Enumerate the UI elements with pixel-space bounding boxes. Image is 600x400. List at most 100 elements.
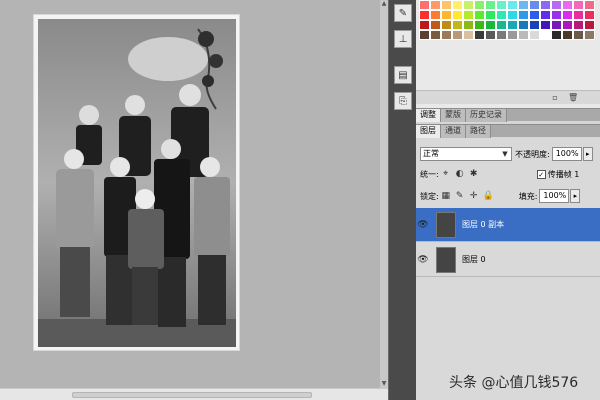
color-swatch[interactable] [441, 0, 452, 10]
lock-pixels-icon[interactable]: ✎ [455, 191, 465, 201]
opacity-input[interactable]: 100% [551, 147, 582, 161]
color-swatch[interactable] [562, 0, 573, 10]
color-swatch[interactable] [540, 0, 551, 10]
color-swatch[interactable] [540, 10, 551, 20]
color-swatch[interactable] [430, 20, 441, 30]
color-swatch[interactable] [529, 20, 540, 30]
layer-row[interactable]: 👁 图层 0 [416, 243, 600, 277]
color-swatch[interactable] [584, 30, 595, 40]
horizontal-scrollbar[interactable] [0, 388, 388, 400]
propagate-checkbox[interactable]: ✓ [536, 169, 546, 179]
tab-channels[interactable]: 通道 [441, 125, 466, 138]
color-swatch[interactable] [551, 30, 562, 40]
color-swatch[interactable] [584, 10, 595, 20]
color-swatch[interactable] [551, 20, 562, 30]
delete-swatch-icon[interactable]: 🗑 [568, 93, 578, 103]
fill-input[interactable]: 100% [539, 189, 570, 203]
color-swatch[interactable] [441, 10, 452, 20]
brush-tool-icon[interactable]: ✎ [394, 4, 412, 22]
color-swatch[interactable] [551, 10, 562, 20]
color-swatch[interactable] [518, 10, 529, 20]
color-swatch[interactable] [463, 0, 474, 10]
color-swatch[interactable] [452, 20, 463, 30]
color-swatch[interactable] [507, 30, 518, 40]
lock-position-icon[interactable]: ✛ [469, 191, 479, 201]
color-swatch[interactable] [463, 20, 474, 30]
visibility-eye-icon[interactable]: 👁 [416, 208, 430, 242]
color-swatch[interactable] [485, 30, 496, 40]
history-icon[interactable]: ⎘ [394, 92, 412, 110]
color-swatch[interactable] [419, 20, 430, 30]
color-swatch[interactable] [562, 10, 573, 20]
color-swatch[interactable] [562, 30, 573, 40]
visibility-eye-icon[interactable]: 👁 [416, 243, 430, 277]
color-swatch[interactable] [584, 20, 595, 30]
color-swatch[interactable] [518, 30, 529, 40]
color-swatch[interactable] [474, 10, 485, 20]
scroll-up-icon[interactable]: ▲ [380, 0, 388, 8]
color-swatch[interactable] [573, 20, 584, 30]
color-swatch[interactable] [540, 20, 551, 30]
tab-adjustments[interactable]: 调整 [416, 109, 441, 122]
color-swatch[interactable] [452, 30, 463, 40]
color-swatch[interactable] [474, 0, 485, 10]
color-swatch[interactable] [430, 0, 441, 10]
color-swatch[interactable] [496, 0, 507, 10]
scroll-down-icon[interactable]: ▼ [380, 380, 388, 388]
color-swatch[interactable] [441, 30, 452, 40]
color-swatch[interactable] [463, 30, 474, 40]
tab-history[interactable]: 历史记录 [466, 109, 507, 122]
color-swatch[interactable] [485, 10, 496, 20]
color-swatch[interactable] [419, 30, 430, 40]
color-swatch[interactable] [573, 0, 584, 10]
color-swatch[interactable] [496, 20, 507, 30]
color-swatch[interactable] [518, 0, 529, 10]
color-swatch[interactable] [419, 10, 430, 20]
color-swatch[interactable] [485, 20, 496, 30]
color-swatch[interactable] [507, 20, 518, 30]
color-swatch[interactable] [485, 0, 496, 10]
new-swatch-icon[interactable]: ▫ [550, 93, 560, 103]
color-swatch[interactable] [562, 20, 573, 30]
color-swatch[interactable] [474, 20, 485, 30]
color-swatch[interactable] [518, 20, 529, 30]
opacity-arrow-icon[interactable]: ▸ [582, 147, 593, 161]
unify-visibility-icon[interactable]: ◐ [455, 169, 465, 179]
color-swatch[interactable] [573, 30, 584, 40]
color-swatch[interactable] [419, 0, 430, 10]
color-swatch[interactable] [529, 30, 540, 40]
document-canvas[interactable]: ▲ ▼ [0, 0, 388, 388]
tab-layers[interactable]: 图层 [416, 125, 441, 138]
color-swatch[interactable] [507, 0, 518, 10]
color-swatch[interactable] [507, 10, 518, 20]
lock-transparency-icon[interactable]: ▦ [441, 191, 451, 201]
unify-style-icon[interactable]: ✱ [469, 169, 479, 179]
color-swatch[interactable] [441, 20, 452, 30]
notes-icon[interactable]: ▤ [394, 66, 412, 84]
vertical-scrollbar[interactable]: ▲ ▼ [380, 0, 388, 388]
color-swatch[interactable] [551, 0, 562, 10]
color-swatch[interactable] [430, 30, 441, 40]
tab-paths[interactable]: 路径 [466, 125, 491, 138]
color-swatch[interactable] [573, 10, 584, 20]
color-swatch[interactable] [540, 30, 551, 40]
color-swatch[interactable] [496, 30, 507, 40]
tab-masks[interactable]: 蒙版 [441, 109, 466, 122]
color-swatch[interactable] [529, 0, 540, 10]
swatch-grid[interactable] [419, 0, 595, 52]
unify-position-icon[interactable]: ⌖ [441, 169, 451, 179]
scrollbar-thumb[interactable] [72, 392, 312, 398]
color-swatch[interactable] [430, 10, 441, 20]
color-swatch[interactable] [584, 0, 595, 10]
color-swatch[interactable] [496, 10, 507, 20]
color-swatch[interactable] [452, 10, 463, 20]
fill-arrow-icon[interactable]: ▸ [570, 189, 581, 203]
color-swatch[interactable] [452, 0, 463, 10]
color-swatch[interactable] [474, 30, 485, 40]
color-swatch[interactable] [463, 10, 474, 20]
layer-row[interactable]: 👁 图层 0 副本 [416, 208, 600, 242]
clone-stamp-icon[interactable]: ⊥ [394, 30, 412, 48]
color-swatch[interactable] [529, 10, 540, 20]
blend-mode-select[interactable]: 正常 ▼ [420, 147, 512, 161]
lock-all-icon[interactable]: 🔒 [483, 191, 494, 201]
